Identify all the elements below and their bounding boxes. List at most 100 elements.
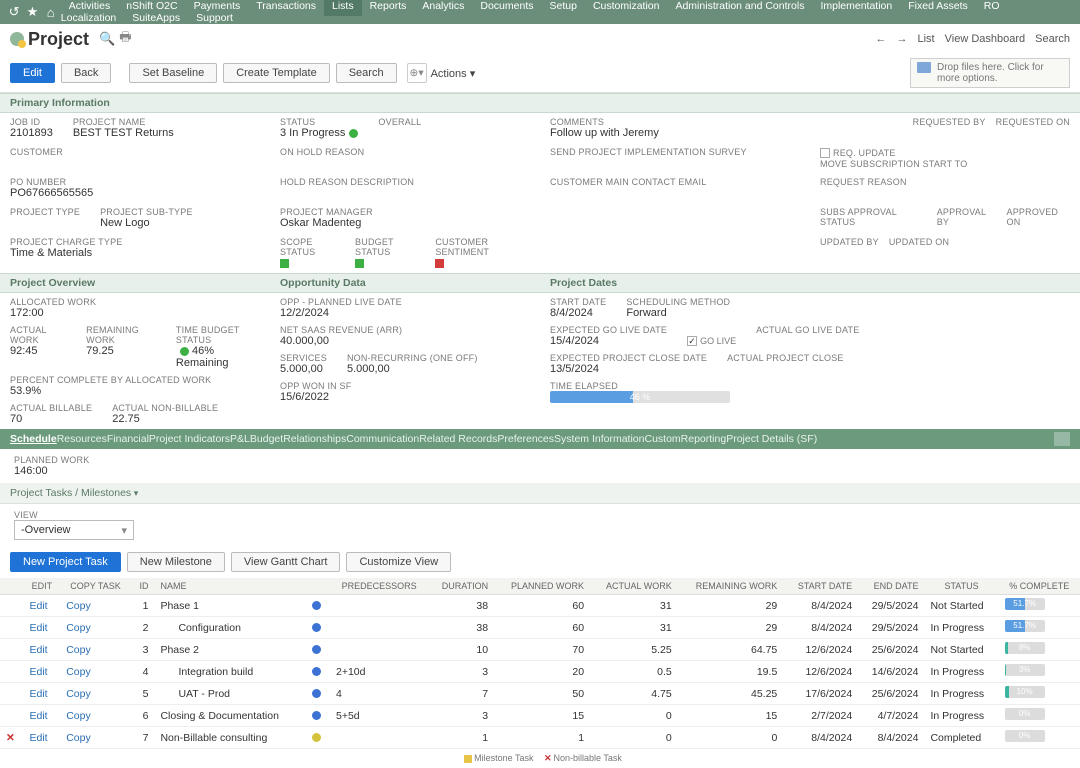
milestone-legend-icon [464, 755, 472, 763]
tab-p-l[interactable]: P&L [230, 433, 250, 445]
view-dashboard-link[interactable]: View Dashboard [945, 33, 1026, 45]
task-name[interactable]: Non-Billable consulting [154, 727, 301, 749]
nav-fixed-assets[interactable]: Fixed Assets [900, 0, 976, 16]
tab-expand-icon[interactable] [1054, 432, 1070, 446]
nav-suiteapps[interactable]: SuiteApps [124, 8, 188, 28]
view-select[interactable]: -Overview [14, 520, 134, 540]
golive-checkbox[interactable] [687, 336, 697, 346]
nav-administration-and-controls[interactable]: Administration and Controls [667, 0, 812, 16]
remain-work-label: REMAINING WORK [86, 325, 156, 345]
task-col-end-date[interactable]: END DATE [858, 578, 924, 595]
back-button[interactable]: Back [61, 63, 111, 83]
list-link[interactable]: List [918, 33, 935, 45]
home-icon[interactable]: ⌂ [43, 5, 59, 20]
task-col-id[interactable]: ID [131, 578, 155, 595]
history-icon[interactable]: ↺ [6, 4, 22, 20]
actions-menu-icon[interactable]: ⊕▾ [407, 63, 427, 83]
nav-next-icon[interactable]: → [897, 33, 908, 45]
tab-budget[interactable]: Budget [250, 433, 283, 445]
table-row: EditCopy6Closing & Documentation5+5d3150… [0, 705, 1080, 727]
task-name[interactable]: Phase 1 [154, 595, 301, 617]
task-name[interactable]: UAT - Prod [154, 683, 301, 705]
tab-reporting[interactable]: Reporting [681, 433, 727, 445]
task-col-blank[interactable] [0, 578, 23, 595]
edit-link[interactable]: Edit [23, 595, 60, 617]
customer-label: CUSTOMER [10, 147, 260, 157]
edit-link[interactable]: Edit [23, 639, 60, 661]
delete-cell [0, 683, 23, 705]
nav-analytics[interactable]: Analytics [414, 0, 472, 16]
search-link[interactable]: Search [1035, 33, 1070, 45]
tab-resources[interactable]: Resources [57, 433, 107, 445]
copy-link[interactable]: Copy [60, 617, 131, 639]
predecessors [330, 617, 428, 639]
task-col-copy-task[interactable]: COPY TASK [60, 578, 131, 595]
customize-view-button[interactable]: Customize View [346, 552, 451, 572]
tab-relationships[interactable]: Relationships [283, 433, 346, 445]
task-dot-icon [302, 639, 330, 661]
task-col-actual-work[interactable]: ACTUAL WORK [590, 578, 678, 595]
task-name[interactable]: Closing & Documentation [154, 705, 301, 727]
copy-link[interactable]: Copy [60, 639, 131, 661]
tab-system-information[interactable]: System Information [554, 433, 644, 445]
task-col-start-date[interactable]: START DATE [783, 578, 858, 595]
task-col--complete[interactable]: % COMPLETE [999, 578, 1080, 595]
task-id: 5 [131, 683, 155, 705]
task-col-remaining-work[interactable]: REMAINING WORK [678, 578, 784, 595]
set-baseline-button[interactable]: Set Baseline [129, 63, 217, 83]
copy-link[interactable]: Copy [60, 727, 131, 749]
nav-customization[interactable]: Customization [585, 0, 668, 16]
nav-transactions[interactable]: Transactions [248, 0, 324, 16]
edit-link[interactable]: Edit [23, 705, 60, 727]
copy-link[interactable]: Copy [60, 661, 131, 683]
task-name[interactable]: Phase 2 [154, 639, 301, 661]
create-template-button[interactable]: Create Template [223, 63, 330, 83]
req-update-checkbox[interactable] [820, 148, 830, 158]
new-project-task-button[interactable]: New Project Task [10, 552, 121, 572]
actions-menu[interactable]: Actions ▾ [431, 67, 476, 80]
task-name[interactable]: Configuration [154, 617, 301, 639]
tab-financial[interactable]: Financial [107, 433, 149, 445]
new-milestone-button[interactable]: New Milestone [127, 552, 225, 572]
file-dropzone[interactable]: Drop files here. Click for more options. [910, 58, 1070, 88]
copy-link[interactable]: Copy [60, 705, 131, 727]
tab-schedule[interactable]: Schedule [10, 433, 57, 445]
edit-link[interactable]: Edit [23, 661, 60, 683]
planned-work: 15 [494, 705, 590, 727]
copy-link[interactable]: Copy [60, 595, 131, 617]
task-col-edit[interactable]: EDIT [23, 578, 60, 595]
task-col-predecessors[interactable]: PREDECESSORS [330, 578, 428, 595]
search-button[interactable]: Search [336, 63, 397, 83]
task-col-duration[interactable]: DURATION [428, 578, 494, 595]
view-gantt-button[interactable]: View Gantt Chart [231, 552, 341, 572]
task-dot-icon [302, 595, 330, 617]
task-col-name[interactable]: NAME [154, 578, 301, 595]
nav-setup[interactable]: Setup [541, 0, 584, 16]
edit-link[interactable]: Edit [23, 683, 60, 705]
task-col-status[interactable]: STATUS [924, 578, 998, 595]
tab-custom[interactable]: Custom [644, 433, 680, 445]
task-name[interactable]: Integration build [154, 661, 301, 683]
nav-implementation[interactable]: Implementation [812, 0, 900, 16]
star-icon[interactable]: ★ [24, 4, 40, 20]
nav-documents[interactable]: Documents [472, 0, 541, 16]
edit-link[interactable]: Edit [23, 617, 60, 639]
tab-project-indicators[interactable]: Project Indicators [149, 433, 230, 445]
tab-related-records[interactable]: Related Records [419, 433, 497, 445]
tab-communication[interactable]: Communication [346, 433, 419, 445]
search-icon[interactable]: 🔍 [99, 31, 115, 47]
copy-link[interactable]: Copy [60, 683, 131, 705]
nav-support[interactable]: Support [188, 8, 241, 28]
tab-project-details-sf-[interactable]: Project Details (SF) [726, 433, 817, 445]
task-col-planned-work[interactable]: PLANNED WORK [494, 578, 590, 595]
nav-lists[interactable]: Lists [324, 0, 362, 16]
delete-cell[interactable]: ✕ [0, 727, 23, 749]
edit-link[interactable]: Edit [23, 727, 60, 749]
nav-reports[interactable]: Reports [362, 0, 415, 16]
tasks-subhead[interactable]: Project Tasks / Milestones [0, 483, 1080, 504]
task-col-blank[interactable] [302, 578, 330, 595]
nav-prev-icon[interactable]: ← [876, 33, 887, 45]
print-icon[interactable]: 🖶 [119, 28, 131, 50]
tab-preferences[interactable]: Preferences [497, 433, 554, 445]
edit-button[interactable]: Edit [10, 63, 55, 83]
